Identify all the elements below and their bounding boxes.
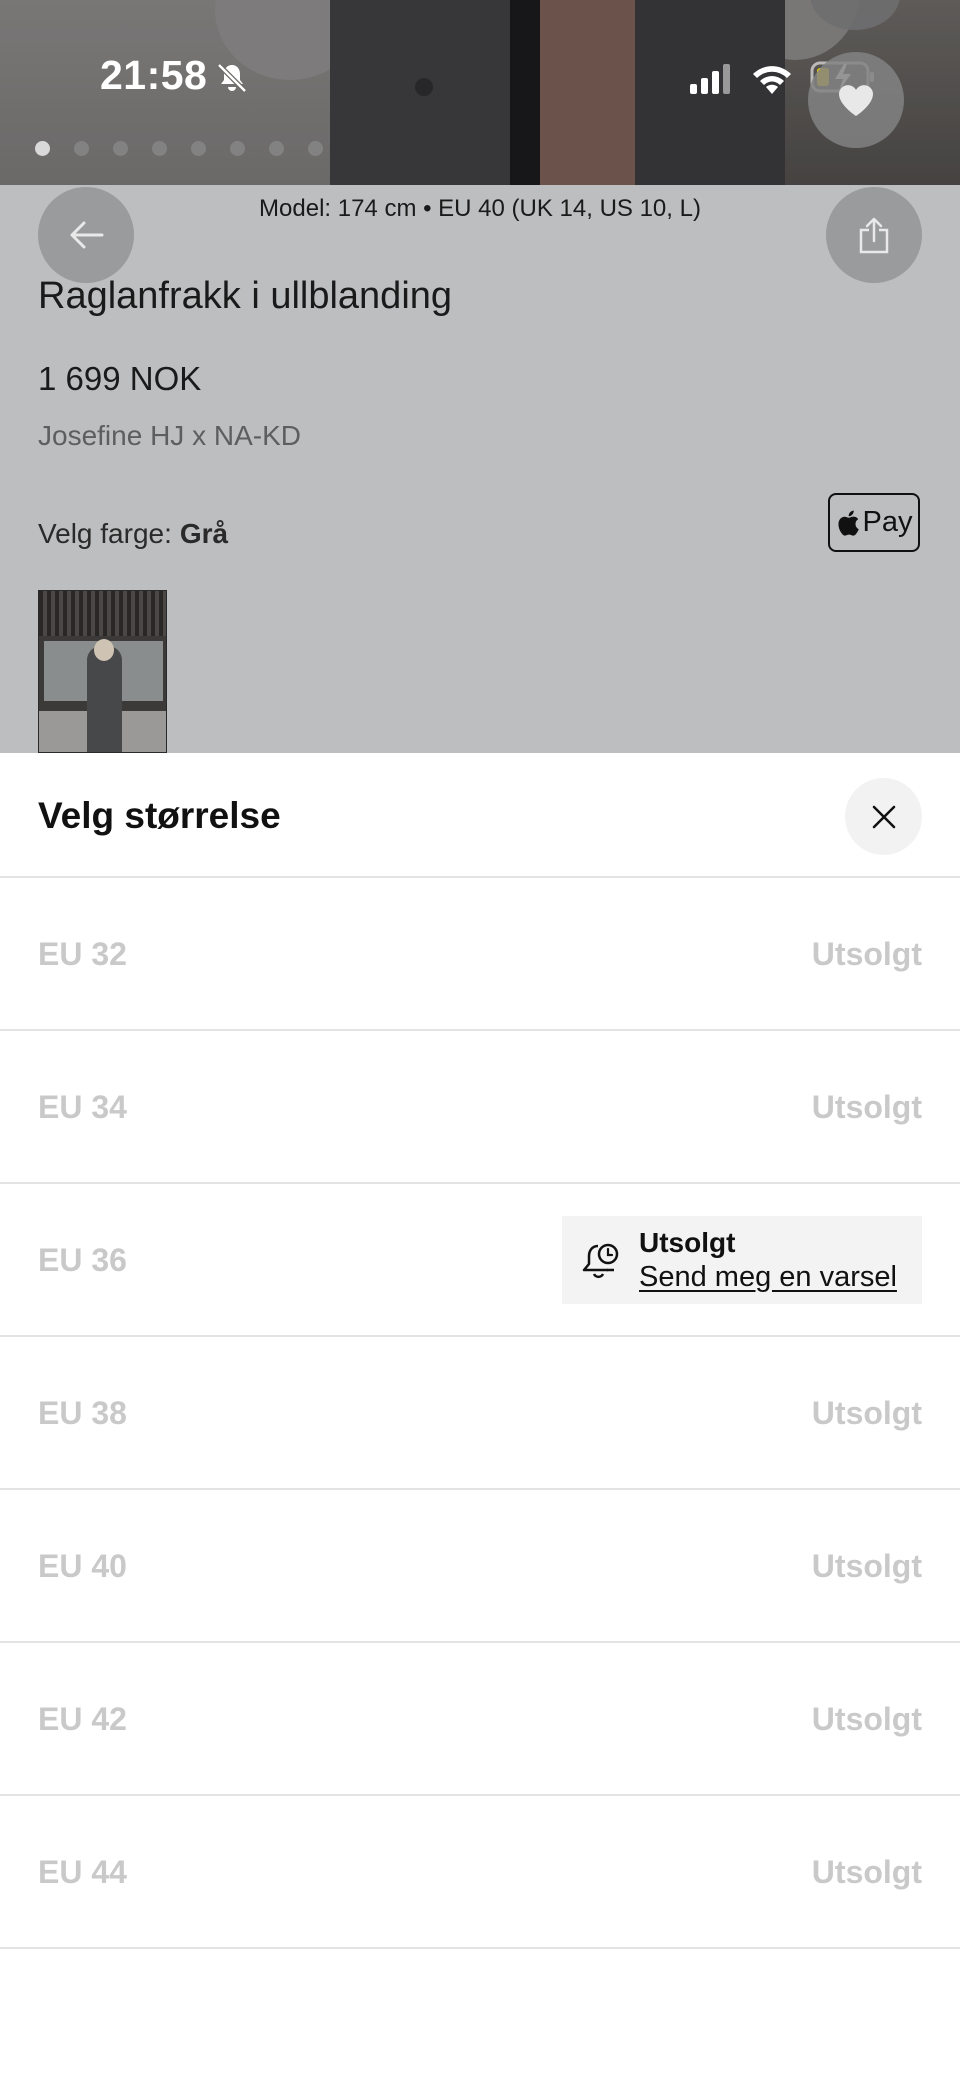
size-label: EU 38 [38, 1395, 127, 1431]
size-status: Utsolgt [811, 1395, 922, 1431]
size-label: EU 44 [38, 1854, 127, 1890]
size-status: Utsolgt [639, 1227, 736, 1258]
pagination-dot[interactable] [230, 141, 245, 156]
size-status: Utsolgt [811, 1854, 922, 1890]
size-status: Utsolgt [811, 936, 922, 972]
model-info: Model: 174 cm • EU 40 (UK 14, US 10, L) [259, 195, 701, 222]
product-price: 1 699 NOK [38, 360, 202, 397]
share-icon [859, 217, 889, 254]
product-title: Raglanfrakk i ullblanding [38, 275, 453, 317]
pagination-dot[interactable] [74, 141, 89, 156]
status-time: 21:58 [100, 52, 208, 98]
sheet-title: Velg størrelse [38, 795, 281, 836]
pagination-dot[interactable] [191, 141, 206, 156]
color-selector-label: Velg farge: Grå [38, 518, 228, 550]
size-label: EU 32 [38, 936, 127, 972]
size-option-eu-38[interactable]: EU 38 Utsolgt [0, 1337, 960, 1490]
pagination-dot[interactable] [35, 141, 50, 156]
favorite-button[interactable] [808, 52, 904, 148]
size-label: EU 34 [38, 1089, 127, 1125]
size-label: EU 36 [38, 1242, 127, 1278]
size-option-eu-36[interactable]: EU 36 Utsolgt Send meg en varsel [0, 1184, 960, 1337]
share-button[interactable] [826, 187, 922, 283]
notify-me-box[interactable]: Utsolgt Send meg en varsel [562, 1216, 922, 1304]
notify-me-link[interactable]: Send meg en varsel [639, 1261, 897, 1294]
size-option-eu-32[interactable]: EU 32 Utsolgt [0, 878, 960, 1031]
color-value: Grå [179, 518, 229, 549]
bell-clock-icon [582, 1243, 619, 1279]
signal-icon [690, 64, 730, 94]
product-brand[interactable]: Josefine HJ x NA-KD [38, 420, 301, 452]
size-selection-sheet: Velg størrelse EU 32 Utsolgt EU 34 Utsol… [0, 753, 960, 2087]
apple-pay-label: Pay [862, 506, 913, 538]
close-button[interactable] [845, 778, 922, 855]
back-button[interactable] [38, 187, 134, 283]
color-label: Velg farge: [38, 518, 172, 549]
apple-pay-button[interactable]: Pay [828, 493, 920, 552]
color-swatch-gra[interactable] [38, 590, 167, 753]
size-list: EU 32 Utsolgt EU 34 Utsolgt EU 36 Utsolg… [0, 878, 960, 1949]
wifi-icon [753, 66, 791, 94]
close-icon [872, 805, 895, 828]
bell-slash-icon [217, 63, 247, 93]
pagination-dot[interactable] [308, 141, 323, 156]
size-option-eu-40[interactable]: EU 40 Utsolgt [0, 1490, 960, 1643]
pagination-dot[interactable] [269, 141, 284, 156]
size-option-eu-42[interactable]: EU 42 Utsolgt [0, 1643, 960, 1796]
pagination-dot[interactable] [113, 141, 128, 156]
size-status: Utsolgt [811, 1089, 922, 1125]
heart-icon [839, 85, 873, 116]
size-option-eu-34[interactable]: EU 34 Utsolgt [0, 1031, 960, 1184]
image-pagination [35, 141, 323, 156]
apple-logo-icon [837, 510, 859, 536]
size-label: EU 40 [38, 1548, 127, 1584]
pagination-dot[interactable] [152, 141, 167, 156]
size-option-eu-44[interactable]: EU 44 Utsolgt [0, 1796, 960, 1949]
arrow-left-icon [70, 221, 104, 249]
size-status: Utsolgt [811, 1701, 922, 1737]
size-status: Utsolgt [811, 1548, 922, 1584]
size-label: EU 42 [38, 1701, 127, 1737]
product-info: Model: 174 cm • EU 40 (UK 14, US 10, L) … [0, 185, 960, 753]
